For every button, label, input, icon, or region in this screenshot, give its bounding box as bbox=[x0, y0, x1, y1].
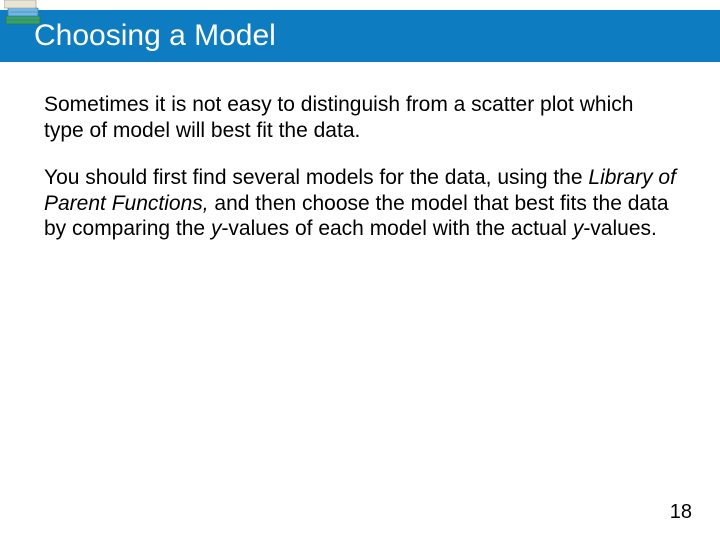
paragraph-1: Sometimes it is not easy to distinguish … bbox=[44, 92, 676, 143]
paragraph-2: You should first find several models for… bbox=[44, 165, 676, 242]
p2-part-d: -values. bbox=[583, 217, 657, 240]
p2-italic-y1: y bbox=[211, 217, 222, 240]
p2-part-a: You should first find several models for… bbox=[44, 166, 588, 189]
slide-title: Choosing a Model bbox=[34, 19, 276, 53]
p2-part-c: -values of each model with the actual bbox=[221, 217, 572, 240]
slide: Choosing a Model Sometimes it is not eas… bbox=[0, 0, 720, 540]
page-number: 18 bbox=[670, 501, 692, 524]
header-bar: Choosing a Model bbox=[0, 10, 720, 62]
body-text: Sometimes it is not easy to distinguish … bbox=[44, 92, 676, 264]
books-icon bbox=[4, 0, 44, 28]
p2-italic-y2: y bbox=[573, 217, 584, 240]
